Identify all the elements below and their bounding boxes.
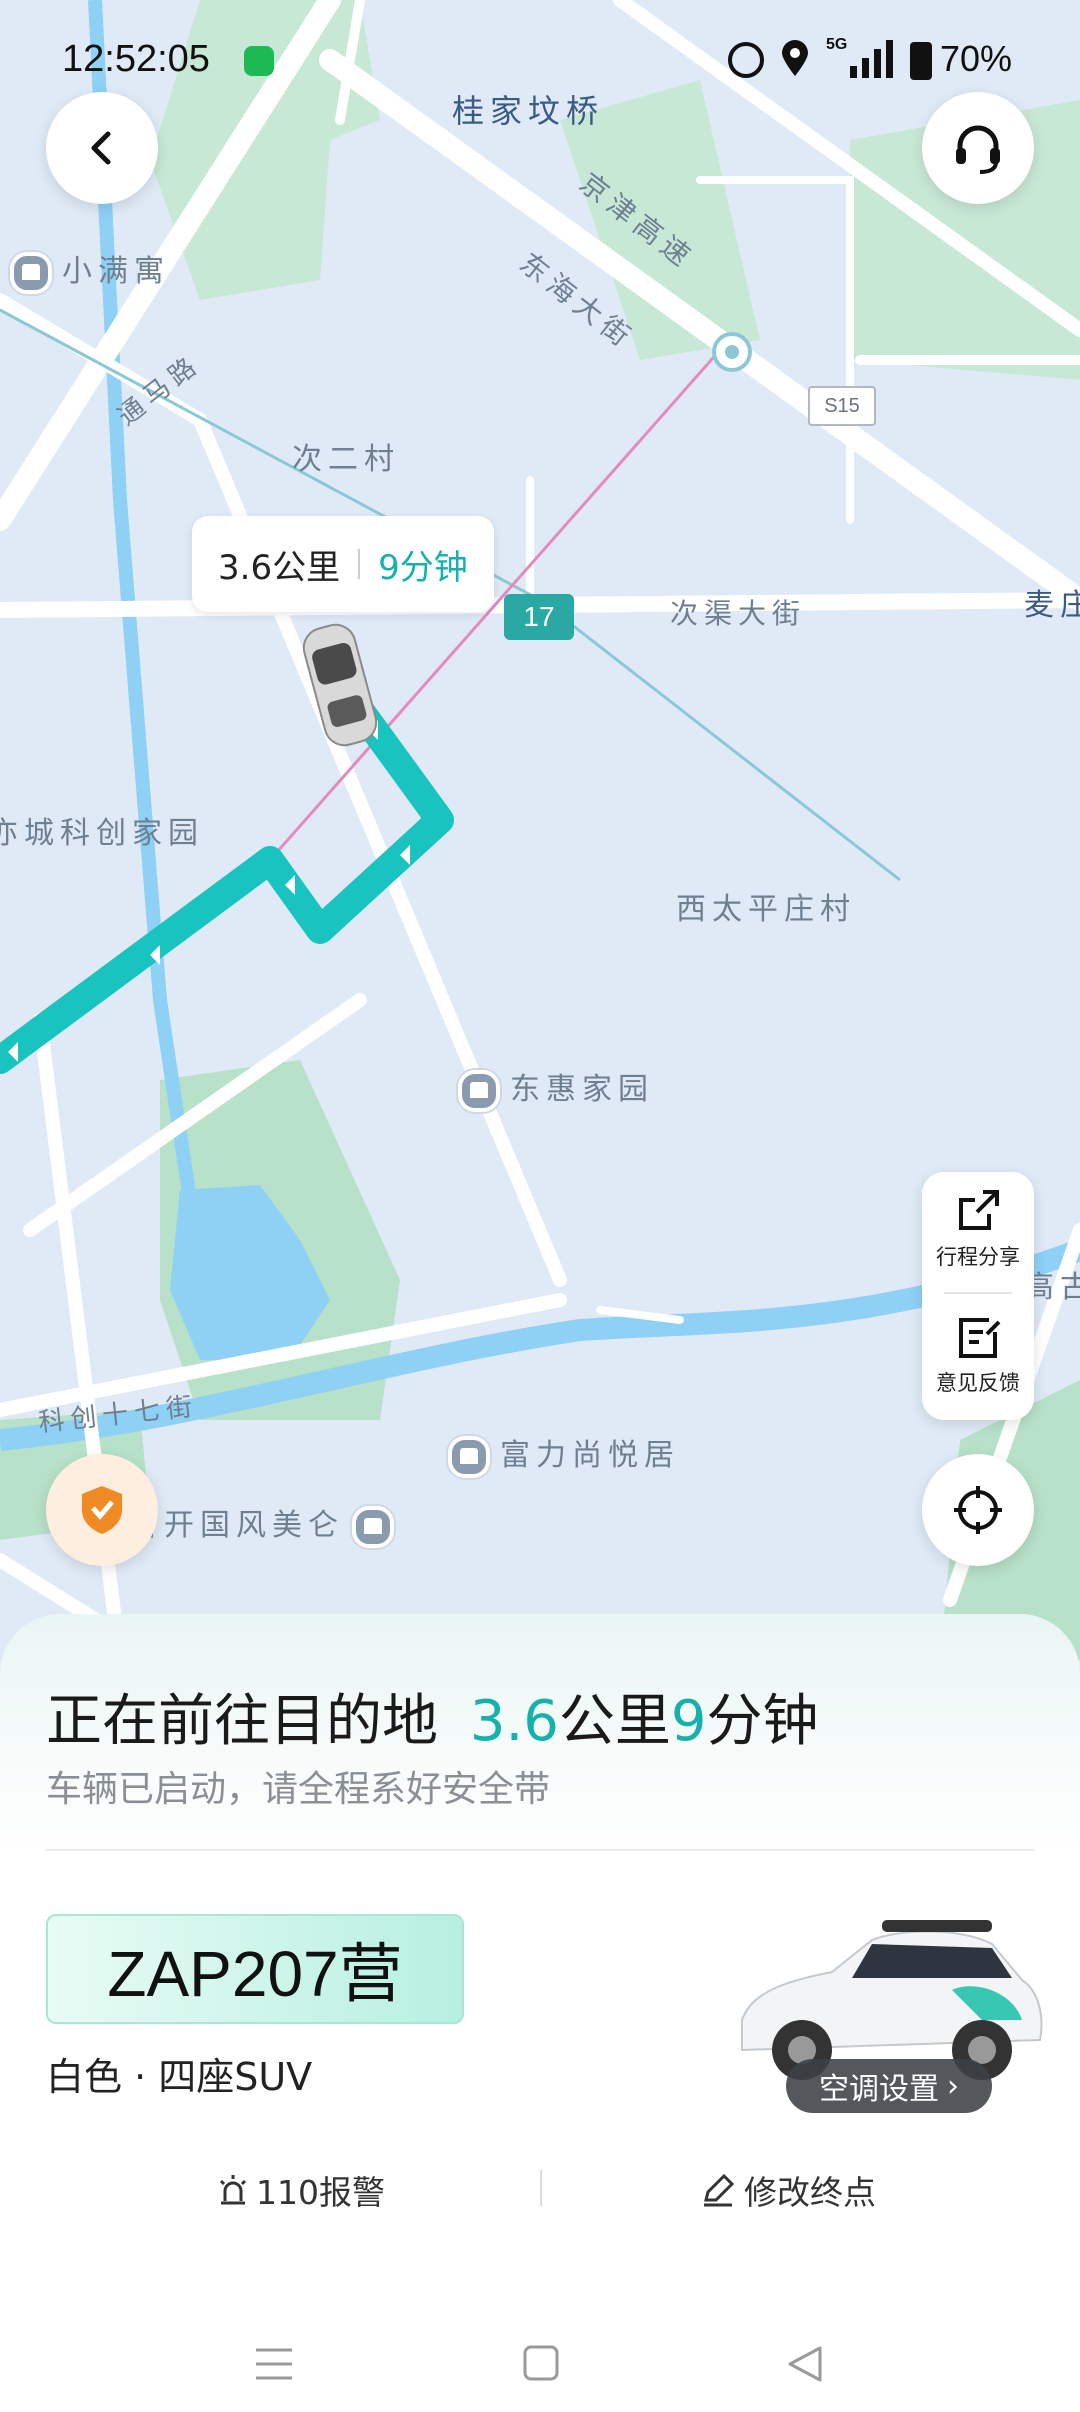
battery-icon: [910, 42, 932, 80]
poi-label: 小满寓: [62, 254, 170, 289]
title-prefix: 正在前往目的地: [46, 1689, 438, 1754]
back-nav-icon[interactable]: [786, 2344, 824, 2384]
side-divider: [944, 1292, 1012, 1294]
siren-icon: [219, 2175, 247, 2205]
status-time: 12:52:05: [62, 38, 210, 80]
edit-note-icon: [959, 1318, 1001, 1358]
share-trip-button[interactable]: 行程分享: [922, 1186, 1034, 1271]
chevron-right-icon: ›: [947, 2068, 959, 2104]
network-type: 5G: [826, 36, 848, 53]
map-label-maizhuang: 麦庄: [1024, 588, 1080, 623]
menu-nav-icon[interactable]: [254, 2346, 294, 2382]
ac-settings-label: 空调设置: [819, 2072, 939, 2107]
alarm-110-label: 110报警: [256, 2173, 385, 2212]
map-label-ciqu: 次渠大街: [670, 597, 807, 630]
poi-label: 东惠家园: [510, 1072, 654, 1107]
title-distance-unit: 公里: [558, 1689, 671, 1754]
change-destination-label: 修改终点: [744, 2173, 876, 2212]
safety-center-button[interactable]: [46, 1454, 158, 1566]
bubble-divider: [358, 549, 361, 579]
crosshair-icon: [954, 1486, 1002, 1534]
customer-service-button[interactable]: [922, 92, 1034, 204]
system-nav-bar: [0, 2290, 1080, 2412]
app-notification-icon: [244, 46, 274, 76]
title-time-unit: 分钟: [706, 1689, 819, 1754]
chevron-left-icon: [91, 131, 111, 165]
action-divider: [540, 2170, 542, 2206]
map-label-yicheng: 亦城科创家园: [0, 816, 204, 851]
title-distance: 3.6: [469, 1689, 559, 1754]
shield-icon: [82, 1486, 122, 1534]
poi-label: 富力尚悦居: [500, 1438, 680, 1473]
title-time: 9: [670, 1689, 707, 1754]
locate-button[interactable]: [922, 1454, 1034, 1566]
feedback-label: 意见反馈: [936, 1371, 1020, 1395]
alarm-110-button[interactable]: 110报警: [216, 2166, 385, 2214]
share-icon: [959, 1190, 999, 1230]
map-label-kaiguo: 首开国风美仑: [128, 1500, 404, 1548]
car-description: 白色 · 四座SUV: [46, 2055, 313, 2099]
map-label-donghui: 东惠家园: [458, 1064, 654, 1112]
alarm-icon: [728, 42, 764, 78]
battery-percent: 70%: [940, 38, 1013, 79]
change-destination-button[interactable]: 修改终点: [700, 2166, 876, 2214]
bubble-distance: 3.6公里: [218, 547, 341, 588]
pencil-icon: [704, 2173, 735, 2207]
back-button[interactable]: [46, 92, 158, 204]
poi-icon: [458, 1069, 500, 1112]
ac-settings-button[interactable]: 空调设置 ›: [786, 2059, 992, 2113]
poi-label: 首开国风美仑: [128, 1508, 344, 1543]
home-nav-icon[interactable]: [522, 2344, 560, 2382]
license-plate: ZAP207营: [46, 1914, 464, 2024]
headset-icon: [956, 125, 1000, 174]
location-icon: [780, 40, 810, 78]
status-bar: 12:52:05 5G 70%: [0, 0, 1080, 120]
map-label-ciercun: 次二村: [292, 442, 400, 477]
feedback-button[interactable]: 意见反馈: [922, 1312, 1034, 1397]
trip-status-title: 正在前往目的地 3.6公里9分钟: [46, 1676, 819, 1757]
poi-icon: [10, 251, 52, 294]
side-action-panel: 行程分享 意见反馈: [922, 1172, 1034, 1420]
map-label-xitaiping: 西太平庄村: [676, 892, 856, 927]
eta-bubble: 3.6公里 9分钟: [192, 516, 494, 612]
trip-subtitle: 车辆已启动，请全程系好安全带: [46, 1769, 551, 1810]
map-label-fuli: 富力尚悦居: [448, 1430, 680, 1478]
poi-icon: [448, 1435, 490, 1478]
signal-icon: [848, 40, 894, 82]
map-label-xiaoman: 小满寓: [10, 246, 170, 294]
poi-icon: [352, 1505, 394, 1548]
sheet-divider: [46, 1849, 1034, 1851]
bubble-duration: 9分钟: [378, 547, 468, 588]
highway-shield-s15: S15: [808, 386, 876, 426]
share-trip-label: 行程分享: [936, 1245, 1020, 1269]
route-shield-17: 17: [504, 594, 574, 640]
